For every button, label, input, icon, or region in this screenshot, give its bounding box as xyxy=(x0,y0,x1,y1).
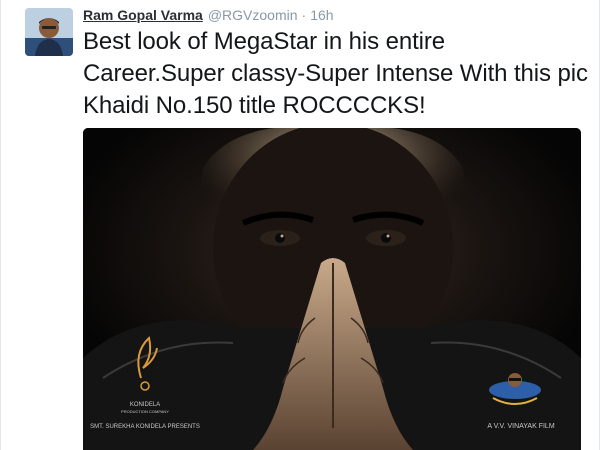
poster-presents-credit: SMT. SUREKHA KONIDELA PRESENTS xyxy=(90,424,200,430)
avatar[interactable] xyxy=(25,8,73,56)
author-handle[interactable]: @RGVzoomin xyxy=(208,6,298,24)
tweet-media-image[interactable]: KONIDELA PRODUCTION COMPANY SMT. SUREKHA… xyxy=(83,128,581,450)
poster-director-credit: A V.V. VINAYAK FILM xyxy=(487,423,554,430)
separator-dot: · xyxy=(301,7,307,23)
tweet-card: Ram Gopal Varma @RGVzoomin · 16h Best lo… xyxy=(0,0,600,450)
tweet-header: Ram Gopal Varma @RGVzoomin · 16h xyxy=(83,6,334,26)
poster-studio-label: KONIDELA xyxy=(130,402,160,408)
poster-image: KONIDELA PRODUCTION COMPANY SMT. SUREKHA… xyxy=(83,128,581,450)
avatar-image xyxy=(25,8,73,56)
author-name[interactable]: Ram Gopal Varma xyxy=(83,6,203,24)
tweet-timestamp[interactable]: 16h xyxy=(310,6,333,24)
poster-studio-sub: PRODUCTION COMPANY xyxy=(121,409,169,414)
tweet-text: Best look of MegaStar in his entire Care… xyxy=(83,28,588,119)
